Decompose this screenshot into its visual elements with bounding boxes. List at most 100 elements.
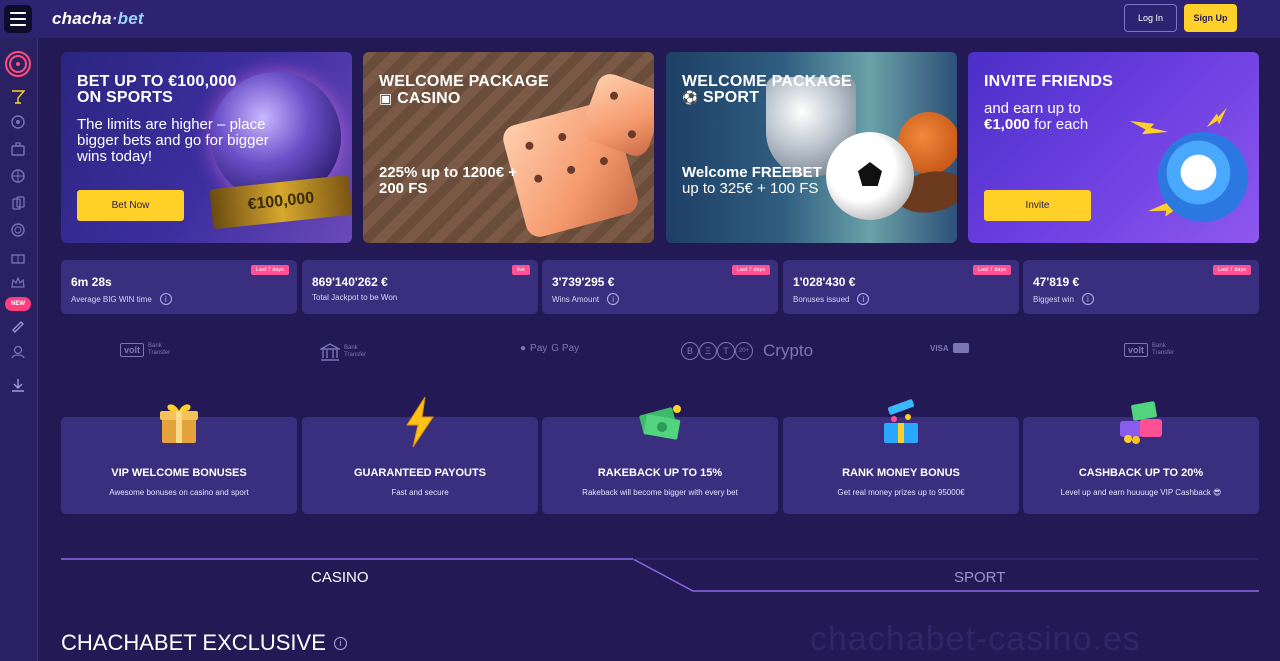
payment-crypto: B Ξ T 20+ Crypto	[681, 341, 813, 361]
banner-title: WELCOME PACKAGE ▣ CASINO	[379, 74, 549, 107]
stat-label-text: Average BIG WIN time	[71, 294, 152, 304]
volt-logo: volt	[1124, 343, 1149, 357]
payment-caption: Bank Transfer	[148, 343, 170, 357]
banner-invite-friends[interactable]: INVITE FRIENDS and earn up to €1,000 for…	[968, 52, 1259, 243]
briefcase-icon[interactable]	[9, 140, 27, 158]
info-icon[interactable]: i	[333, 636, 347, 650]
roulette-icon[interactable]	[9, 167, 27, 185]
payment-volt: volt Bank Transfer	[1124, 343, 1174, 357]
banner-title: BET UP TO €100,000 ON SPORTS	[77, 73, 237, 106]
login-button[interactable]: Log In	[1124, 4, 1177, 32]
promo-icon[interactable]	[9, 318, 27, 336]
banner-title-line1: WELCOME PACKAGE	[379, 73, 549, 90]
info-icon[interactable]: i	[857, 293, 870, 305]
bitcoin-icon: B	[681, 342, 699, 360]
cashback-icon	[1120, 401, 1162, 444]
stat-label-text: Wins Amount	[552, 294, 600, 304]
money-stack-icon	[639, 405, 681, 440]
google-pay-label: G Pay	[551, 343, 580, 354]
feature-desc: Level up and earn huuuuge VIP Cashback 😎	[1060, 488, 1222, 497]
payment-caption: Bank Transfer	[344, 345, 366, 359]
caption-line2: Transfer	[1152, 350, 1175, 356]
support-icon[interactable]	[9, 343, 27, 361]
apple-icon: ●	[520, 343, 527, 354]
volt-logo: volt	[120, 343, 145, 357]
soccer-icon: ⚽	[682, 90, 699, 105]
stat-value: 47'819 €	[1033, 275, 1080, 289]
tab-outline	[61, 558, 1259, 592]
feature-card-vip: VIP WELCOME BONUSES Awesome bonuses on c…	[61, 404, 297, 514]
target-icon[interactable]	[5, 51, 31, 77]
stat-label: Biggest win i	[1033, 293, 1094, 305]
banner-title: WELCOME PACKAGE ⚽ SPORT	[682, 74, 852, 106]
signup-button[interactable]: Sign Up	[1184, 4, 1237, 32]
sidebar: NEW	[0, 38, 38, 661]
feature-desc: Fast and secure	[391, 488, 449, 497]
banner-subtitle-bold: €1,000	[984, 116, 1030, 133]
chip-icon[interactable]	[9, 221, 27, 239]
menu-icon[interactable]	[4, 5, 32, 33]
info-icon[interactable]: i	[1081, 293, 1094, 305]
stat-label-text: Biggest win	[1033, 294, 1074, 304]
tether-icon: T	[717, 342, 735, 360]
more-coins-icon: 20+	[735, 342, 753, 360]
watermark: chachabet-casino.es	[810, 620, 1141, 658]
banner-title-line1: WELCOME PACKAGE	[682, 73, 852, 90]
stat-label: Bonuses issued i	[793, 293, 870, 305]
caption-line2: Transfer	[344, 352, 367, 358]
stat-card: Last 7 days 3'739'295 € Wins Amount i	[542, 260, 778, 314]
stat-badge: Last 7 days	[250, 265, 289, 275]
bank-icon	[320, 343, 340, 361]
stat-value: 6m 28s	[71, 275, 112, 289]
download-icon[interactable]	[9, 376, 27, 394]
stat-label: Total Jackpot to be Won	[312, 293, 397, 302]
cocktail-icon[interactable]	[9, 88, 27, 106]
feature-title: GUARANTEED PAYOUTS	[353, 467, 487, 479]
stat-value: 3'739'295 €	[552, 275, 615, 289]
banner-subtitle: and earn up to €1,000 for each	[984, 101, 1088, 133]
caption-line1: Bank	[344, 345, 358, 351]
section-title-text: CHACHABET EXCLUSIVE	[61, 630, 326, 655]
invite-button[interactable]: Invite	[984, 190, 1091, 221]
tab-sport[interactable]: SPORT	[954, 569, 1005, 586]
bet-now-button[interactable]: Bet Now	[77, 190, 184, 221]
stat-card: Last 7 days 47'819 € Biggest win i	[1023, 260, 1259, 314]
feature-card-payouts: GUARANTEED PAYOUTS Fast and secure	[302, 396, 538, 514]
payment-apple-google-pay: ● Pay G Pay	[520, 343, 579, 354]
open-gift-icon	[884, 399, 918, 443]
crown-icon[interactable]	[9, 274, 27, 292]
crypto-label: Crypto	[763, 341, 814, 360]
payment-visa-mastercard: VISA	[930, 343, 969, 353]
caption-line1: Bank	[148, 343, 162, 349]
mastercard-icon	[952, 343, 969, 353]
info-icon[interactable]: i	[607, 293, 620, 305]
gift-icon[interactable]	[9, 248, 27, 266]
caption-line2: Transfer	[148, 350, 171, 356]
stat-badge: live	[511, 265, 530, 275]
info-icon[interactable]: i	[159, 293, 172, 305]
logo-suffix: bet	[117, 9, 144, 28]
product-tabs: CASINO SPORT	[61, 556, 1259, 596]
feature-title: CASHBACK UP TO 20%	[1078, 467, 1204, 479]
apple-pay-label: Pay	[530, 343, 548, 354]
football-icon[interactable]	[9, 113, 27, 131]
cards-icon[interactable]	[9, 194, 27, 212]
stat-label-text: Bonuses issued	[793, 294, 850, 304]
stat-label-text: Total Jackpot to be Won	[312, 293, 398, 302]
tab-casino[interactable]: CASINO	[311, 569, 369, 586]
banner-title-line2: SPORT	[703, 89, 760, 106]
feature-desc: Get real money prizes up to 95000€	[837, 488, 965, 497]
new-badge: NEW	[5, 297, 31, 311]
banner-subtitle: The limits are higher – place bigger bet…	[77, 116, 269, 165]
banner-welcome-sport[interactable]: WELCOME PACKAGE ⚽ SPORT Welcome FREEBET …	[666, 52, 957, 243]
banner-subtitle-bold: Welcome FREEBET	[682, 164, 822, 181]
feature-title: RANK MONEY BONUS	[842, 467, 960, 479]
banner-welcome-casino[interactable]: WELCOME PACKAGE ▣ CASINO 225% up to 1200…	[363, 52, 654, 243]
stat-label: Average BIG WIN time i	[71, 293, 172, 305]
banner-title: INVITE FRIENDS	[984, 73, 1114, 90]
feature-desc: Rakeback will become bigger with every b…	[582, 488, 738, 497]
logo[interactable]: chacha·bet	[52, 9, 144, 29]
feature-desc: Awesome bonuses on casino and sport	[109, 488, 249, 497]
banner-sports-limits[interactable]: €100,000 BET UP TO €100,000 ON SPORTS Th…	[61, 52, 352, 243]
stat-badge: Last 7 days	[1212, 265, 1251, 275]
